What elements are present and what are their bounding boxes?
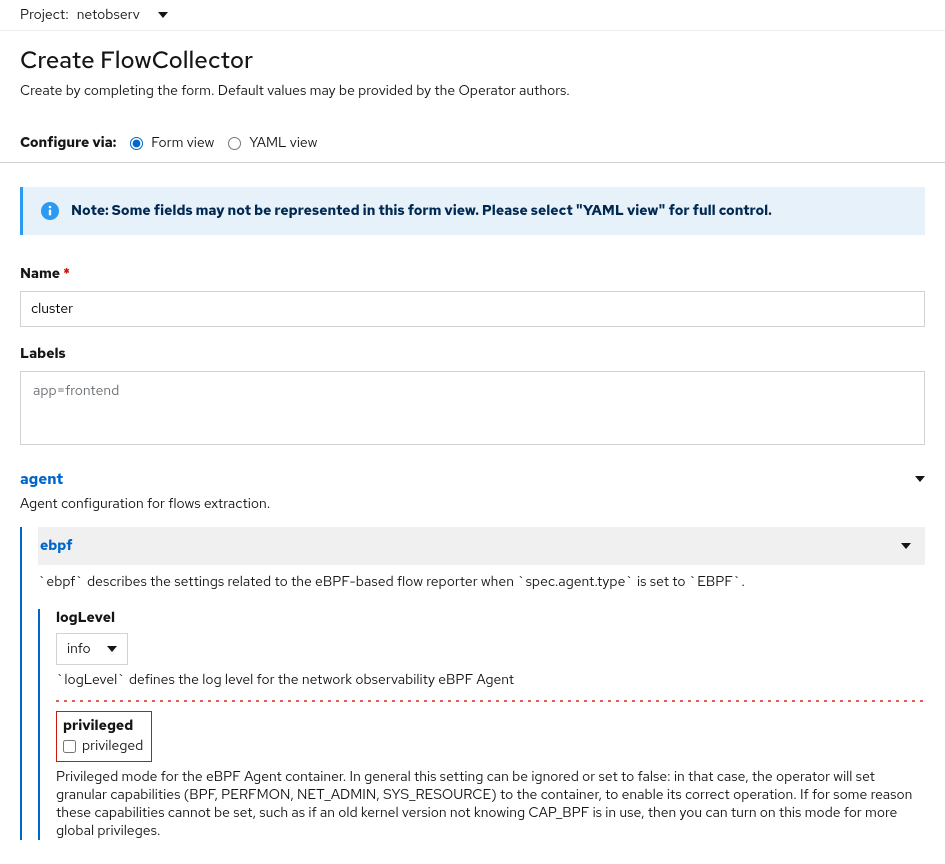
ebpf-section-desc: `ebpf` describes the settings related to… — [38, 565, 925, 599]
info-alert: Note: Some fields may not be represented… — [20, 187, 925, 235]
loglevel-label: logLevel — [56, 609, 925, 627]
labels-input[interactable]: app=frontend — [20, 371, 925, 445]
ebpf-section-toggle[interactable]: ebpf — [38, 527, 925, 565]
privileged-label: privileged — [63, 717, 143, 735]
labels-field-label: Labels — [20, 345, 925, 363]
truncation-indicator — [56, 695, 925, 707]
privileged-checkbox[interactable] — [63, 740, 76, 753]
name-input[interactable] — [20, 291, 925, 327]
required-indicator: * — [63, 265, 70, 283]
alert-text: Note: Some fields may not be represented… — [71, 202, 772, 220]
page-title: Create FlowCollector — [20, 45, 925, 76]
project-name: netobserv — [77, 6, 140, 24]
configure-via-label: Configure via: — [20, 134, 116, 152]
loglevel-select[interactable]: info — [56, 633, 128, 665]
agent-section-title: agent — [20, 469, 63, 489]
privileged-checkbox-label: privileged — [82, 737, 143, 755]
privileged-checkbox-row[interactable]: privileged — [63, 737, 143, 755]
chevron-down-icon — [901, 543, 911, 549]
project-dropdown-icon[interactable] — [158, 12, 168, 18]
project-label: Project: — [20, 6, 69, 24]
page-subtitle: Create by completing the form. Default v… — [20, 82, 925, 100]
agent-section-desc: Agent configuration for flows extraction… — [20, 495, 925, 513]
yaml-view-radio[interactable]: YAML view — [228, 134, 317, 152]
name-field-label: Name * — [20, 265, 925, 283]
caret-down-icon — [107, 646, 117, 652]
privileged-box: privileged privileged — [56, 711, 152, 762]
loglevel-help: `logLevel` defines the log level for the… — [56, 671, 925, 689]
yaml-view-radio-label: YAML view — [249, 134, 317, 152]
form-view-radio[interactable]: Form view — [130, 134, 214, 152]
chevron-down-icon — [915, 476, 925, 482]
form-view-radio-label: Form view — [151, 134, 214, 152]
form-view-radio-input[interactable] — [130, 137, 143, 150]
loglevel-value: info — [67, 640, 91, 658]
yaml-view-radio-input[interactable] — [228, 137, 241, 150]
ebpf-section-title: ebpf — [40, 537, 73, 555]
info-icon — [41, 202, 59, 220]
agent-section-toggle[interactable]: agent — [20, 469, 925, 489]
privileged-help: Privileged mode for the eBPF Agent conta… — [56, 768, 925, 840]
